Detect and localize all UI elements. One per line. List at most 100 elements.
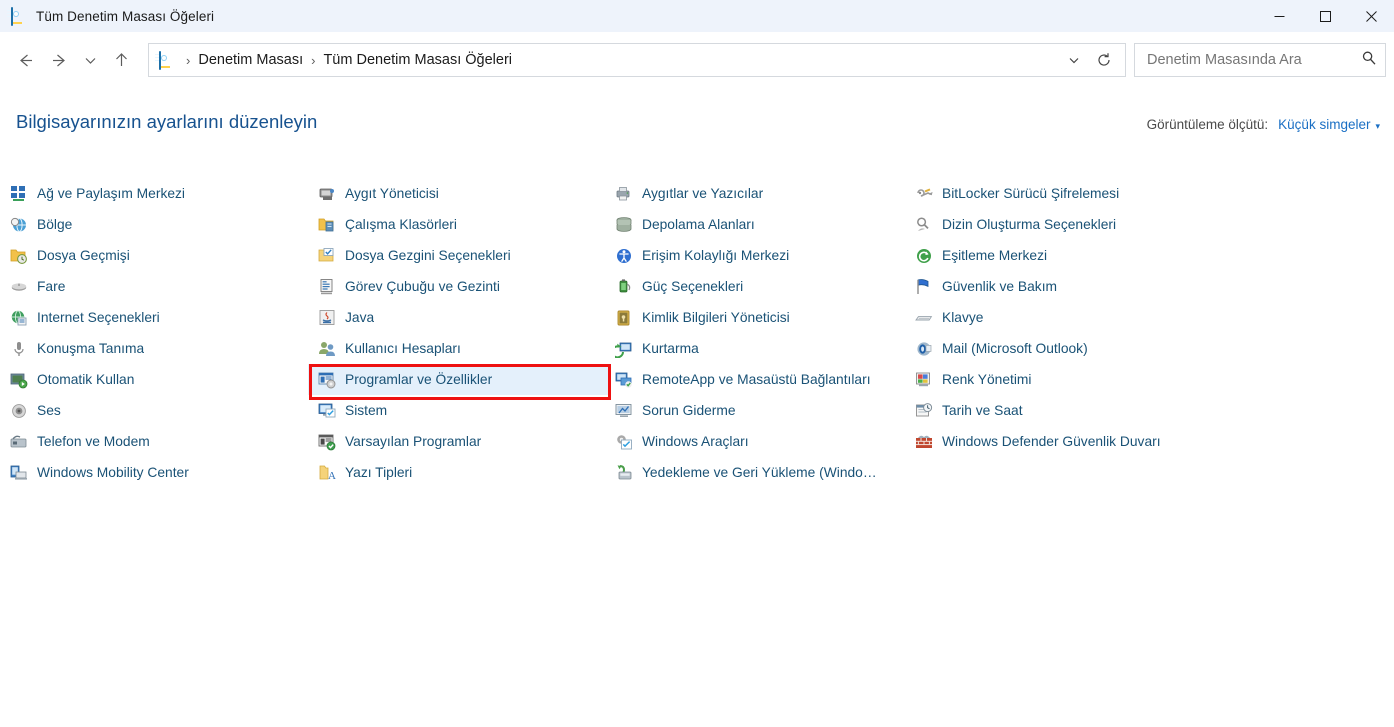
control-panel-item-label: Sorun Giderme	[642, 403, 736, 418]
device-manager-icon	[318, 185, 336, 203]
control-panel-item-label: Güç Seçenekleri	[642, 279, 744, 294]
keyboard-icon	[915, 309, 933, 327]
chevron-down-icon[interactable]	[1059, 45, 1089, 75]
control-panel-item[interactable]: Otomatik Kullan	[0, 364, 300, 395]
control-panel-item-label: Eşitleme Merkezi	[942, 248, 1048, 263]
control-panel-item[interactable]: Dizin Oluşturma Seçenekleri	[905, 209, 1205, 240]
breadcrumb[interactable]: › Denetim Masası › Tüm Denetim Masası Öğ…	[148, 43, 1126, 77]
control-panel-item-label: RemoteApp ve Masaüstü Bağlantıları	[642, 372, 871, 387]
breadcrumb-item-control-panel[interactable]: Denetim Masası	[193, 49, 308, 71]
control-panel-item-label: Yedekleme ve Geri Yükleme (Windo…	[642, 465, 877, 480]
sync-center-icon	[915, 247, 933, 265]
control-panel-item[interactable]: Kurtarma	[605, 333, 905, 364]
control-panel-item[interactable]: A Yazı Tipleri	[308, 457, 608, 488]
window-controls	[1256, 0, 1394, 32]
control-panel-item-label: Sistem	[345, 403, 388, 418]
refresh-icon[interactable]	[1089, 45, 1119, 75]
control-panel-item-label: Dosya Gezgini Seçenekleri	[345, 248, 511, 263]
control-panel-item[interactable]: Sorun Giderme	[605, 395, 905, 426]
control-panel-item-label: Telefon ve Modem	[37, 434, 150, 449]
forward-button[interactable]	[42, 43, 76, 77]
user-accounts-icon	[318, 340, 336, 358]
control-panel-item-label: Dizin Oluşturma Seçenekleri	[942, 217, 1117, 232]
backup-restore-icon	[615, 464, 633, 482]
control-panel-item[interactable]: Güç Seçenekleri	[605, 271, 905, 302]
control-panel-item[interactable]: Erişim Kolaylığı Merkezi	[605, 240, 905, 271]
minimize-button[interactable]	[1256, 0, 1302, 32]
items-column-2: Aygıt Yöneticisi Çalışma Klasörleri Dosya …	[308, 178, 611, 488]
control-panel-item[interactable]: BitLocker Sürücü Şifrelemesi	[905, 178, 1205, 209]
control-panel-item[interactable]: Windows Araçları	[605, 426, 905, 457]
view-by-value[interactable]: Küçük simgeler	[1278, 117, 1370, 132]
control-panel-item-label: Çalışma Klasörleri	[345, 217, 457, 232]
page-title: Bilgisayarınızın ayarlarını düzenleyin	[16, 111, 318, 132]
control-panel-item[interactable]: Aygıtlar ve Yazıcılar	[605, 178, 905, 209]
items-column-4: BitLocker Sürücü Şifrelemesi Dizin Oluştu…	[905, 178, 1205, 457]
mouse-icon	[10, 278, 28, 296]
recent-locations-button[interactable]	[76, 43, 104, 77]
control-panel-item-label: Otomatik Kullan	[37, 372, 135, 387]
search-input[interactable]	[1147, 52, 1355, 68]
storage-spaces-icon	[615, 216, 633, 234]
control-panel-item-label: Ağ ve Paylaşım Merkezi	[37, 186, 185, 201]
color-management-icon	[915, 371, 933, 389]
control-panel-item-label: Windows Araçları	[642, 434, 749, 449]
recovery-icon	[615, 340, 633, 358]
control-panel-item[interactable]: Kimlik Bilgileri Yöneticisi	[605, 302, 905, 333]
control-panel-item[interactable]: Kullanıcı Hesapları	[308, 333, 608, 364]
up-button[interactable]	[104, 43, 138, 77]
control-panel-item[interactable]: Bölge	[0, 209, 300, 240]
chevron-down-icon[interactable]: ▾	[1375, 121, 1380, 132]
breadcrumb-separator: ›	[311, 52, 316, 68]
maximize-button[interactable]	[1302, 0, 1348, 32]
devices-printers-icon	[615, 185, 633, 203]
control-panel-item[interactable]: Java	[308, 302, 608, 333]
control-panel-item[interactable]: Depolama Alanları	[605, 209, 905, 240]
close-button[interactable]	[1348, 0, 1394, 32]
work-folders-icon	[318, 216, 336, 234]
control-panel-item[interactable]: Telefon ve Modem	[0, 426, 300, 457]
control-panel-item[interactable]: Klavye	[905, 302, 1205, 333]
bitlocker-icon	[915, 185, 933, 203]
control-panel-item[interactable]: Ses	[0, 395, 300, 426]
control-panel-item-label: Fare	[37, 279, 66, 294]
control-panel-item[interactable]: Internet Seçenekleri	[0, 302, 300, 333]
control-panel-item[interactable]: Çalışma Klasörleri	[308, 209, 608, 240]
control-panel-item[interactable]: Fare	[0, 271, 300, 302]
control-panel-item[interactable]: Renk Yönetimi	[905, 364, 1205, 395]
control-panel-item-label: Dosya Geçmişi	[37, 248, 130, 263]
control-panel-item[interactable]: Sistem	[308, 395, 608, 426]
control-panel-item[interactable]: Programlar ve Özellikler	[308, 364, 611, 400]
control-panel-item[interactable]: Windows Defender Güvenlik Duvarı	[905, 426, 1205, 457]
search-box[interactable]	[1134, 43, 1386, 77]
ease-of-access-icon	[615, 247, 633, 265]
control-panel-item[interactable]: Mail (Microsoft Outlook)	[905, 333, 1205, 364]
control-panel-item-label: Güvenlik ve Bakım	[942, 279, 1058, 294]
control-panel-item[interactable]: Varsayılan Programlar	[308, 426, 608, 457]
default-programs-icon	[318, 433, 336, 451]
search-icon[interactable]	[1361, 50, 1377, 71]
control-panel-item[interactable]: Tarih ve Saat	[905, 395, 1205, 426]
control-panel-item[interactable]: Ağ ve Paylaşım Merkezi	[0, 178, 300, 209]
file-explorer-options-icon	[318, 247, 336, 265]
control-panel-item[interactable]: Dosya Gezgini Seçenekleri	[308, 240, 608, 271]
java-icon	[318, 309, 336, 327]
control-panel-item-label: Mail (Microsoft Outlook)	[942, 341, 1088, 356]
control-panel-item[interactable]: Eşitleme Merkezi	[905, 240, 1205, 271]
window-title-bar: Tüm Denetim Masası Öğeleri	[0, 0, 1394, 32]
control-panel-item-label: Java	[345, 310, 375, 325]
control-panel-item[interactable]: RemoteApp ve Masaüstü Bağlantıları	[605, 364, 905, 395]
control-panel-item[interactable]: Dosya Geçmişi	[0, 240, 300, 271]
back-button[interactable]	[8, 43, 42, 77]
control-panel-item[interactable]: Aygıt Yöneticisi	[308, 178, 608, 209]
control-panel-item-label: Yazı Tipleri	[345, 465, 413, 480]
breadcrumb-item-all-items[interactable]: Tüm Denetim Masası Öğeleri	[318, 49, 517, 71]
control-panel-item[interactable]: Görev Çubuğu ve Gezinti	[308, 271, 608, 302]
control-panel-item[interactable]: Yedekleme ve Geri Yükleme (Windo…	[605, 457, 905, 488]
security-maintenance-icon	[915, 278, 933, 296]
control-panel-item[interactable]: Windows Mobility Center	[0, 457, 300, 488]
control-panel-item[interactable]: Güvenlik ve Bakım	[905, 271, 1205, 302]
mobility-center-icon	[10, 464, 28, 482]
control-panel-item[interactable]: Konuşma Tanıma	[0, 333, 300, 364]
region-globe-icon	[10, 216, 28, 234]
